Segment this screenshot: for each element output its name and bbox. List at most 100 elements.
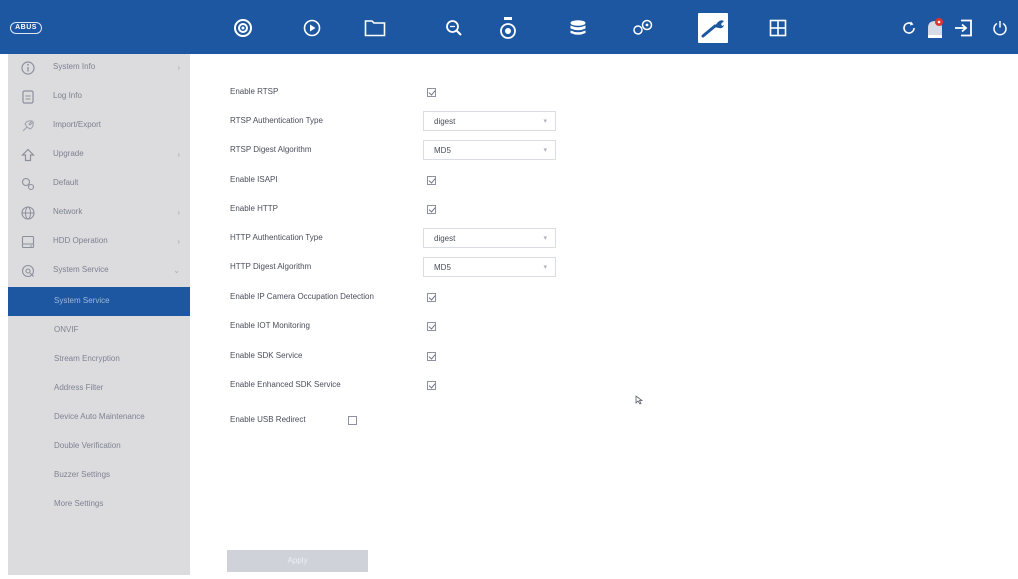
system-service-panel: Enable RTSP RTSP Authentication Type dig… [190, 54, 1018, 579]
enable-rtsp-checkbox[interactable] [427, 88, 436, 97]
sidebar-subitem-stream-encryption[interactable]: Stream Encryption [8, 345, 190, 374]
rtsp-label: Enable RTSP [230, 87, 279, 96]
enable-isapi-checkbox[interactable] [427, 176, 436, 185]
sdk-service-checkbox[interactable] [427, 352, 436, 361]
sidebar-subitem-more-settings[interactable]: More Settings [8, 490, 190, 519]
form-row-sdk-service: Enable SDK Service [230, 346, 730, 366]
nvr-config-window: ABUS System Info › Log Info Import/Expor… [0, 0, 1018, 579]
sidebar-subitem-label: Buzzer Settings [54, 470, 111, 479]
rtsp-auth-type-select[interactable]: digest ▾ [423, 111, 556, 131]
dropdown-arrow-icon: ▾ [543, 118, 547, 125]
power-icon[interactable] [985, 13, 1015, 43]
top-navigation-bar: ABUS [0, 0, 1018, 54]
ip-camera-occupation-checkbox[interactable] [427, 293, 436, 302]
form-row-http-digest-algorithm: HTTP Digest Algorithm MD5 ▾ [230, 257, 730, 277]
sidebar-item-system-service[interactable]: System Service ⌄ [8, 257, 190, 286]
select-value: MD5 [434, 146, 451, 155]
form-row-enhanced-sdk-service: Enable Enhanced SDK Service [230, 375, 730, 395]
sidebar-item-default[interactable]: Default [8, 170, 190, 199]
sidebar-subitem-label: ONVIF [54, 325, 79, 334]
sidebar-item-label: Default [53, 178, 79, 187]
upgrade-icon [20, 147, 36, 163]
sidebar-subitem-label: System Service [54, 296, 110, 305]
maintenance-icon[interactable] [698, 13, 728, 43]
document-icon [20, 89, 36, 105]
settings-icon[interactable] [628, 13, 658, 43]
live-view-icon[interactable] [228, 13, 258, 43]
sidebar-subitem-label: Device Auto Maintenance [54, 412, 145, 421]
sidebar-item-network[interactable]: Network › [8, 199, 190, 228]
sidebar-item-hdd-operation[interactable]: HDD Operation › [8, 228, 190, 257]
form-row-usb-redirect: Enable USB Redirect [230, 410, 730, 430]
form-row-enable-isapi: Enable ISAPI [230, 170, 730, 190]
sidebar-item-log-info[interactable]: Log Info [8, 83, 190, 112]
http-auth-type-label: HTTP Authentication Type [230, 233, 323, 242]
info-icon [20, 60, 36, 76]
sidebar-item-label: Log Info [53, 91, 82, 100]
form-row-ip-camera-occupation: Enable IP Camera Occupation Detection [230, 287, 730, 307]
sidebar-item-upgrade[interactable]: Upgrade › [8, 141, 190, 170]
dropdown-arrow-icon: ▾ [543, 235, 547, 242]
import-export-icon [20, 118, 36, 134]
chevron-right-icon: › [177, 150, 180, 159]
chevron-right-icon: › [177, 208, 180, 217]
enhanced-sdk-service-checkbox[interactable] [427, 381, 436, 390]
select-value: digest [434, 234, 456, 243]
camera-icon[interactable] [493, 13, 523, 43]
search-icon[interactable] [439, 13, 469, 43]
sdk-service-label: Enable SDK Service [230, 351, 303, 360]
chevron-right-icon: › [177, 63, 180, 72]
alarm-icon[interactable] [920, 13, 950, 43]
sidebar-item-system-info[interactable]: System Info › [8, 54, 190, 83]
sidebar-item-label: System Service [53, 265, 109, 274]
iot-monitoring-checkbox[interactable] [427, 322, 436, 331]
iot-monitoring-label: Enable IOT Monitoring [230, 321, 310, 330]
sidebar-item-import-export[interactable]: Import/Export [8, 112, 190, 141]
sidebar-item-label: System Info [53, 62, 96, 71]
sidebar-item-label: Network [53, 207, 83, 216]
enable-http-checkbox[interactable] [427, 205, 436, 214]
sidebar-subitem-buzzer-settings[interactable]: Buzzer Settings [8, 461, 190, 490]
form-row-rtsp-digest-algorithm: RTSP Digest Algorithm MD5 ▾ [230, 140, 730, 160]
sidebar-subitem-device-auto-maintenance[interactable]: Device Auto Maintenance [8, 403, 190, 432]
layout-icon[interactable] [763, 13, 793, 43]
sidebar-item-label: Import/Export [53, 120, 102, 129]
http-digest-algorithm-select[interactable]: MD5 ▾ [423, 257, 556, 277]
select-value: digest [434, 117, 456, 126]
select-value: MD5 [434, 263, 451, 272]
sidebar-subitem-label: Address Filter [54, 383, 104, 392]
form-row-enable-rtsp: Enable RTSP [230, 82, 730, 102]
sidebar-subitem-double-verification[interactable]: Double Verification [8, 432, 190, 461]
rtsp-auth-type-label: RTSP Authentication Type [230, 116, 323, 125]
logout-icon[interactable] [948, 13, 978, 43]
http-label: Enable HTTP [230, 204, 279, 213]
hdd-icon [20, 234, 36, 250]
rtsp-digest-label: RTSP Digest Algorithm [230, 145, 312, 154]
sidebar-item-label: HDD Operation [53, 236, 108, 245]
service-icon [20, 263, 36, 279]
dropdown-arrow-icon: ▾ [543, 264, 547, 271]
storage-icon[interactable] [563, 13, 593, 43]
form-row-http-auth-type: HTTP Authentication Type digest ▾ [230, 228, 730, 248]
dropdown-arrow-icon: ▾ [543, 147, 547, 154]
enhanced-sdk-service-label: Enable Enhanced SDK Service [230, 380, 341, 389]
rtsp-digest-algorithm-select[interactable]: MD5 ▾ [423, 140, 556, 160]
chevron-down-icon: ⌄ [173, 266, 180, 275]
form-row-iot-monitoring: Enable IOT Monitoring [230, 316, 730, 336]
sidebar-subitem-system-service[interactable]: System Service [8, 287, 190, 316]
mouse-cursor-icon [635, 395, 643, 405]
http-auth-type-select[interactable]: digest ▾ [423, 228, 556, 248]
usb-redirect-label: Enable USB Redirect [230, 415, 306, 424]
sidebar-subitem-label: Stream Encryption [54, 354, 120, 363]
http-digest-label: HTTP Digest Algorithm [230, 262, 312, 271]
file-icon[interactable] [360, 13, 390, 43]
usb-redirect-checkbox[interactable] [348, 416, 357, 425]
sidebar-subitem-address-filter[interactable]: Address Filter [8, 374, 190, 403]
default-icon [20, 176, 36, 192]
sidebar-subitem-onvif[interactable]: ONVIF [8, 316, 190, 345]
apply-button[interactable]: Apply [227, 550, 368, 572]
playback-icon[interactable] [297, 13, 327, 43]
sidebar-item-label: Upgrade [53, 149, 84, 158]
sidebar-subitem-label: Double Verification [54, 441, 121, 450]
brand-logo: ABUS [10, 22, 42, 34]
